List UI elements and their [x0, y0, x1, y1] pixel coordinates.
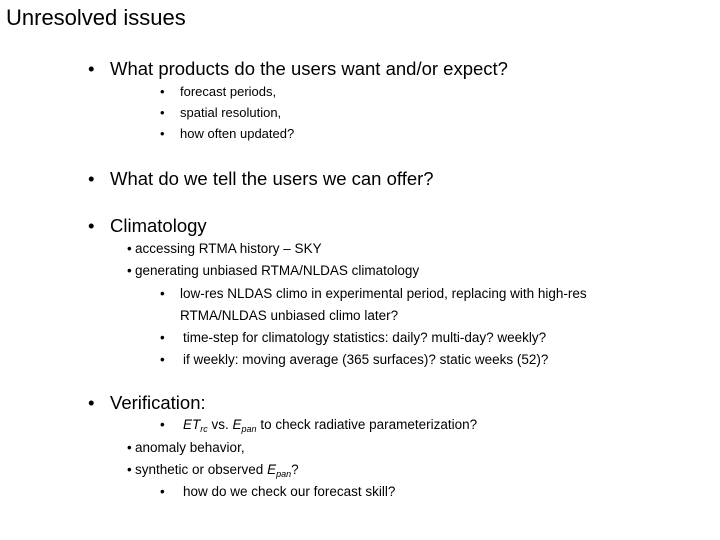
item-text: ?: [291, 462, 299, 477]
item-text: if weekly: moving average (365 surfaces)…: [183, 352, 549, 367]
subscript-pan: pan: [276, 469, 292, 479]
bullet-products: • What products do the users want and/or …: [88, 58, 508, 80]
list-item-synthetic: • synthetic or observed Epan?: [127, 462, 299, 479]
bullet-icon: •: [160, 286, 165, 301]
item-text: accessing RTMA history – SKY: [135, 241, 322, 256]
list-item-et-vs-epan: • ETrc vs. Epan to check radiative parame…: [160, 417, 478, 434]
list-item: • accessing RTMA history – SKY: [127, 241, 322, 256]
bullet-icon: •: [88, 215, 95, 236]
list-item: • low-res NLDAS climo in experimental per…: [160, 286, 587, 301]
subscript-rc: rc: [200, 424, 208, 434]
bullet-icon: •: [160, 484, 165, 499]
item-text: how do we check our forecast skill?: [183, 484, 396, 499]
list-item: • how do we check our forecast skill?: [160, 484, 395, 499]
item-text: to check radiative parameterization?: [256, 417, 478, 432]
bullet-offer: • What do we tell the users we can offer?: [88, 168, 434, 190]
list-item: • how often updated?: [160, 126, 294, 141]
offer-heading: What do we tell the users we can offer?: [110, 168, 434, 189]
item-text: low-res NLDAS climo in experimental peri…: [180, 286, 587, 301]
list-item: • spatial resolution,: [160, 105, 281, 120]
list-item: • if weekly: moving average (365 surfaces…: [160, 352, 548, 367]
bullet-verification: • Verification:: [88, 392, 206, 414]
slide-title: Unresolved issues: [6, 5, 186, 30]
bullet-icon: •: [160, 352, 165, 367]
bullet-icon: •: [88, 392, 95, 413]
bullet-icon: •: [127, 462, 132, 477]
item-text: anomaly behavior,: [135, 440, 245, 455]
bullet-icon: •: [160, 417, 165, 432]
item-text: forecast periods,: [180, 84, 277, 99]
bullet-icon: •: [88, 168, 95, 189]
item-text: how often updated?: [180, 126, 295, 141]
bullet-icon: •: [160, 330, 165, 345]
list-item: • time-step for climatology statistics: d…: [160, 330, 546, 345]
list-item: • anomaly behavior,: [127, 440, 245, 455]
subscript-pan: pan: [241, 424, 257, 434]
bullet-climatology: • Climatology: [88, 215, 207, 237]
variable-e: E: [267, 462, 277, 477]
bullet-icon: •: [160, 105, 165, 120]
bullet-icon: •: [88, 58, 95, 79]
bullet-icon: •: [160, 126, 165, 141]
item-text: RTMA/NLDAS unbiased climo later?: [180, 308, 399, 323]
bullet-icon: •: [127, 241, 132, 256]
bullet-icon: •: [160, 84, 165, 99]
item-text: synthetic or observed: [135, 462, 268, 477]
list-item: • forecast periods,: [160, 84, 276, 99]
list-item: • generating unbiased RTMA/NLDAS climatol…: [127, 263, 419, 278]
products-heading: What products do the users want and/or e…: [110, 58, 508, 79]
item-text: generating unbiased RTMA/NLDAS climatolo…: [135, 263, 420, 278]
verification-heading: Verification:: [110, 392, 206, 413]
variable-e: E: [232, 417, 242, 432]
variable-et: ET: [183, 417, 201, 432]
climatology-heading: Climatology: [110, 215, 207, 236]
bullet-icon: •: [127, 263, 132, 278]
item-text: spatial resolution,: [180, 105, 282, 120]
item-text: time-step for climatology statistics: da…: [183, 330, 547, 345]
list-item-continuation: RTMA/NLDAS unbiased climo later?: [180, 308, 398, 323]
bullet-icon: •: [127, 440, 132, 455]
item-text: vs.: [207, 417, 233, 432]
